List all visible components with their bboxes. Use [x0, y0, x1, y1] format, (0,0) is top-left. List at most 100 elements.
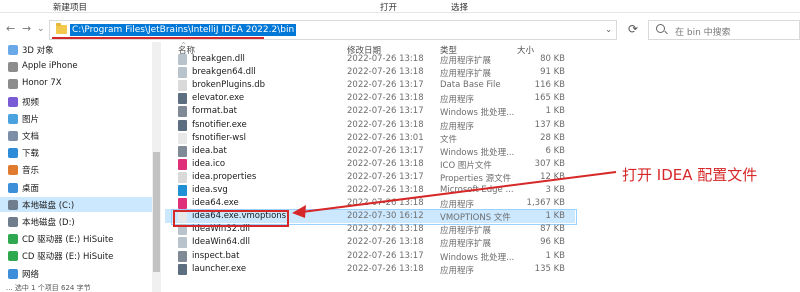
file-type: 应用程序 — [440, 265, 475, 276]
sidebar-item[interactable]: 本地磁盘 (C:) — [0, 196, 155, 212]
file-row[interactable]: IdeaWin64.dll 2022-07-26 13:18 应用程序扩展 96 KB — [165, 235, 575, 249]
file-row[interactable]: fsnotifier.exe 2022-07-26 13:18 应用程序 137 KB — [165, 118, 575, 132]
file-date: 2022-07-26 13:18 — [347, 237, 424, 248]
file-name: idea.ico — [192, 158, 226, 169]
desktop-icon — [8, 182, 18, 193]
file-name: inspect.bat — [192, 250, 240, 261]
file-type: Data Base File — [440, 80, 501, 91]
hisuite-icon — [8, 234, 18, 245]
hisuite-icon — [8, 251, 18, 262]
file-size: 3 KB — [545, 185, 565, 195]
file-row[interactable]: elevator.exe 2022-07-26 13:18 应用程序 165 KB — [165, 91, 575, 105]
file-size: 135 KB — [534, 263, 565, 274]
file-date: 2022-07-26 13:18 — [347, 54, 424, 64]
sidebar-item-label: 音乐 — [22, 166, 40, 177]
file-row[interactable]: idea.svg 2022-07-26 13:18 Microsoft Edge .… — [165, 183, 575, 197]
file-row[interactable]: launcher.exe 2022-07-26 13:18 应用程序 135 KB — [165, 262, 575, 276]
file-name: idea.properties — [192, 171, 257, 182]
file-row[interactable]: idea.ico 2022-07-26 13:18 ICO 图片文件 307 KB — [165, 157, 575, 171]
sidebar-item[interactable]: 本地磁盘 (D:) — [0, 214, 155, 229]
sidebar-item-label: 3D 对象 — [22, 46, 54, 56]
ribbon-tab-select[interactable]: 选择 — [451, 1, 468, 13]
idea-icon — [178, 198, 187, 210]
ribbon-tab-new[interactable]: 新建项目 — [53, 1, 87, 13]
file-size: 307 KB — [534, 158, 565, 169]
file-name: fsnotifier-wsl — [192, 132, 247, 143]
file-date: 2022-07-26 13:17 — [347, 145, 424, 156]
file-date: 2022-07-26 13:01 — [347, 132, 424, 143]
file-size: 137 KB — [534, 119, 565, 130]
back-icon[interactable]: ← — [6, 22, 15, 35]
file-date: 2022-07-26 13:18 — [347, 67, 424, 78]
sidebar-item[interactable]: Apple iPhone — [0, 59, 155, 74]
exe-icon — [178, 119, 187, 131]
sidebar-item-label: 本地磁盘 (D:) — [22, 218, 75, 228]
phone-icon — [8, 79, 18, 90]
sidebar-item[interactable]: CD 驱动器 (E:) HiSuite — [0, 248, 155, 263]
file-date: 2022-07-26 13:17 — [347, 250, 424, 261]
file-row[interactable]: idea.bat 2022-07-26 13:17 Windows 批处理... 6 … — [165, 144, 575, 158]
sidebar-item-label: Honor 7X — [22, 78, 62, 89]
sidebar-item[interactable]: 下载 — [0, 145, 155, 160]
file-date: 2022-07-26 13:18 — [347, 158, 424, 169]
search-box[interactable]: 在 bin 中搜索 — [648, 20, 800, 40]
sidebar-item[interactable]: 网络 — [0, 266, 155, 281]
file-date: 2022-07-26 13:17 — [347, 80, 424, 91]
sidebar-item[interactable]: 图片 — [0, 111, 155, 126]
sidebar-item-label: 网络 — [22, 269, 40, 280]
sidebar-item[interactable]: 视频 — [0, 94, 155, 109]
recent-locations-icon[interactable]: ⌄ — [37, 24, 45, 34]
sidebar-item[interactable]: 文档 — [0, 128, 155, 143]
file-date: 2022-07-26 13:18 — [347, 198, 424, 209]
file-size: 1 KB — [545, 106, 565, 117]
file-name: breakgen64.dll — [192, 67, 256, 78]
file-row[interactable]: format.bat 2022-07-26 13:17 Windows 批处理...… — [165, 104, 575, 118]
properties-icon — [178, 171, 187, 183]
file-row[interactable]: fsnotifier-wsl 2022-07-26 13:01 文件 28 KB — [165, 131, 575, 145]
file-date: 2022-07-26 13:18 — [347, 93, 424, 104]
forward-icon[interactable]: → — [22, 22, 31, 35]
dll-icon — [178, 237, 187, 249]
address-row: ← → ⌄ C:\Program Files\JetBrains\Intelli… — [0, 14, 800, 44]
sidebar-item[interactable]: 3D 对象 — [0, 42, 155, 57]
refresh-icon[interactable]: ⟳ — [628, 22, 638, 36]
file-name: brokenPlugins.db — [192, 80, 266, 91]
navigation-scrollbar[interactable] — [152, 42, 161, 292]
file-name: launcher.exe — [192, 263, 247, 274]
network-icon — [8, 268, 18, 279]
file-size: 116 KB — [534, 80, 565, 91]
file-date: 2022-07-26 13:18 — [347, 224, 424, 235]
file-row[interactable]: breakgen64.dll 2022-07-26 13:18 应用程序扩展 91 K… — [165, 65, 575, 79]
file-date: 2022-07-26 13:18 — [347, 119, 424, 130]
highlight-box-annotation — [173, 210, 289, 227]
search-placeholder: 在 bin 中搜索 — [675, 28, 731, 38]
scrollbar-thumb[interactable] — [153, 152, 160, 272]
file-row[interactable]: inspect.bat 2022-07-26 13:17 Windows 批处理..… — [165, 249, 575, 263]
file-size: 1,367 KB — [526, 198, 565, 209]
bat-icon — [178, 106, 187, 118]
address-path[interactable]: C:\Program Files\JetBrains\IntelliJ IDEA… — [70, 24, 297, 36]
file-name: IdeaWin64.dll — [192, 237, 250, 248]
sidebar-item[interactable]: Honor 7X — [0, 76, 155, 91]
document-icon — [8, 131, 18, 141]
dll-icon — [178, 54, 187, 65]
file-size: 80 KB — [540, 54, 565, 64]
drive-icon — [8, 217, 18, 227]
idea-icon — [178, 158, 187, 170]
status-text: ... 选中 1 个项目 624 字节 — [6, 284, 91, 292]
file-row[interactable]: breakgen.dll 2022-07-26 13:18 应用程序扩展 80 KB — [165, 52, 575, 66]
video-icon — [8, 96, 18, 107]
address-dropdown-icon[interactable]: ⌄ — [605, 25, 612, 34]
sidebar-item[interactable]: 桌面 — [0, 180, 155, 195]
sidebar-item-label: CD 驱动器 (E:) HiSuite — [22, 252, 114, 263]
ribbon-tab-open[interactable]: 打开 — [380, 1, 397, 13]
sidebar-item[interactable]: 音乐 — [0, 162, 155, 177]
file-list-scrollbar[interactable] — [786, 42, 800, 292]
file-row[interactable]: idea64.exe 2022-07-26 13:18 应用程序 1,367 KB — [165, 196, 575, 210]
file-date: 2022-07-30 16:12 — [347, 211, 424, 222]
sidebar-item[interactable]: CD 驱动器 (E:) HiSuite — [0, 231, 155, 246]
file-row[interactable]: brokenPlugins.db 2022-07-26 13:17 Data Bas… — [165, 78, 575, 92]
file-name: elevator.exe — [192, 93, 245, 104]
sidebar-item-label: 图片 — [22, 114, 40, 125]
file-row[interactable]: idea.properties 2022-07-26 13:17 Propertie… — [165, 170, 575, 184]
